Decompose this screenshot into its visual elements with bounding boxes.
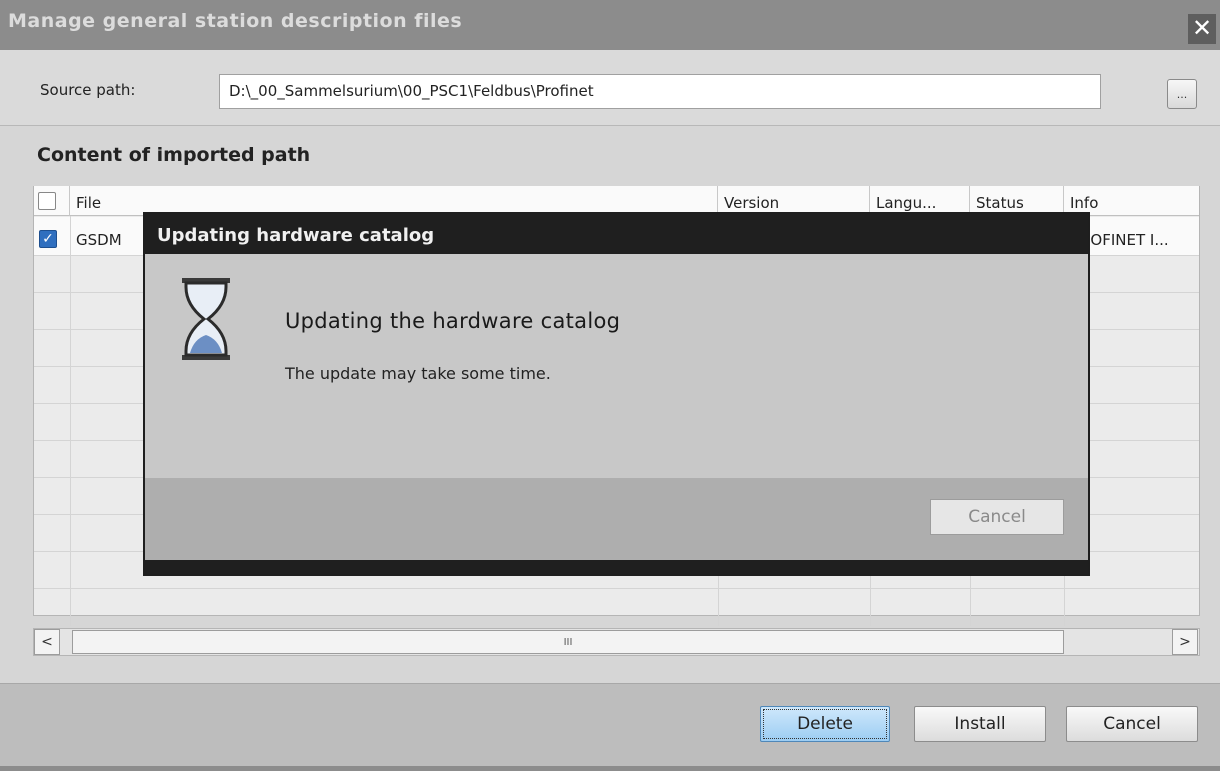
- grid-line: [70, 216, 71, 626]
- content-heading: Content of imported path: [37, 144, 311, 166]
- dialog-message: The update may take some time.: [285, 364, 551, 383]
- delete-button[interactable]: Delete: [760, 706, 890, 742]
- select-all-checkbox[interactable]: [38, 192, 56, 210]
- row-file-name: GSDM: [76, 231, 122, 249]
- header-checkbox-cell: [34, 186, 70, 216]
- hourglass-icon: [176, 275, 236, 365]
- grid-line: [34, 588, 1199, 589]
- source-path-input[interactable]: D:\_00_Sammelsurium\00_PSC1\Feldbus\Prof…: [219, 74, 1101, 109]
- close-button[interactable]: ✕: [1188, 14, 1216, 44]
- dialog-cancel-button[interactable]: Cancel: [930, 499, 1064, 535]
- browse-button[interactable]: ...: [1167, 79, 1197, 109]
- row-checkbox[interactable]: ✓: [39, 230, 57, 248]
- dialog-title: Updating hardware catalog: [157, 225, 435, 246]
- row-info: ROFINET I...: [1080, 231, 1169, 249]
- scrollbar-thumb[interactable]: III: [72, 630, 1064, 654]
- scroll-right-button[interactable]: >: [1172, 629, 1198, 655]
- cancel-button[interactable]: Cancel: [1066, 706, 1198, 742]
- dialog-heading: Updating the hardware catalog: [285, 309, 621, 333]
- window-title: Manage general station description files: [8, 10, 463, 32]
- window-bottom-edge: [0, 766, 1220, 771]
- source-path-label: Source path:: [40, 81, 136, 99]
- scroll-left-button[interactable]: <: [34, 629, 60, 655]
- install-button[interactable]: Install: [914, 706, 1046, 742]
- dialog-bottom-edge: [145, 560, 1088, 574]
